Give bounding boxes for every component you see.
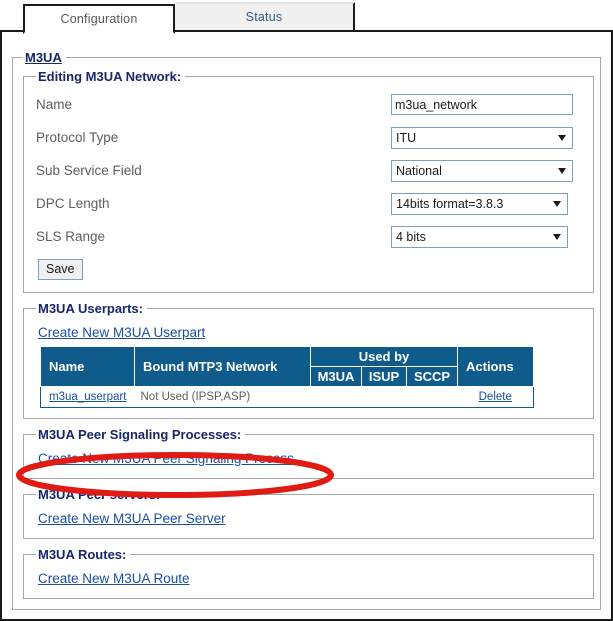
tab-bar: Configuration Status (0, 0, 613, 34)
form-row-dpc-length: DPC Length 14bits format=3.8.3 (36, 187, 587, 220)
table-header-row-1: Name Bound MTP3 Network Used by Actions (40, 346, 534, 387)
tab-configuration-label: Configuration (60, 12, 138, 26)
protocol-type-value: ITU (396, 130, 417, 145)
m3ua-peer-signaling-processes-legend: M3UA Peer Signaling Processes: (38, 427, 242, 442)
m3ua-userparts-table: Name Bound MTP3 Network Used by Actions … (40, 346, 534, 408)
sls-range-select[interactable]: 4 bits (391, 225, 568, 248)
cell-bound-mtp3-network: Not Used (IPSP,ASP) (134, 386, 311, 408)
chevron-down-icon (558, 167, 566, 174)
m3ua-routes-section: M3UA Routes: Create New M3UA Route (23, 547, 594, 599)
page-content: M3UA Editing M3UA Network: Name Protocol… (0, 32, 613, 621)
tab-status-label: Status (245, 10, 283, 24)
th-bound-mtp3-network: Bound MTP3 Network (134, 346, 311, 387)
cell-used-by-m3ua (310, 386, 362, 408)
chevron-down-icon (553, 233, 561, 240)
create-new-m3ua-peer-server-link[interactable]: Create New M3UA Peer Server (38, 511, 226, 526)
m3ua-peer-signaling-processes-section: M3UA Peer Signaling Processes: Create Ne… (23, 427, 594, 479)
m3ua-section: M3UA Editing M3UA Network: Name Protocol… (12, 50, 601, 610)
create-new-m3ua-peer-signaling-process-link[interactable]: Create New M3UA Peer Signaling Process (38, 451, 294, 466)
form-row-sls-range: SLS Range 4 bits (36, 220, 587, 253)
cell-used-by-isup (361, 386, 407, 408)
protocol-type-select[interactable]: ITU (391, 126, 573, 149)
delete-link[interactable]: Delete (479, 391, 512, 403)
m3ua-userparts-legend: M3UA Userparts: (38, 301, 143, 316)
cell-name: m3ua_userpart (40, 386, 135, 408)
sub-service-field-value: National (396, 163, 442, 178)
label-name: Name (36, 97, 73, 112)
chevron-down-icon (558, 134, 566, 141)
sub-service-field-select[interactable]: National (391, 159, 573, 182)
label-sub-service-field: Sub Service Field (36, 163, 142, 178)
th-used-by-isup: ISUP (361, 366, 407, 387)
create-new-m3ua-route-link[interactable]: Create New M3UA Route (38, 571, 190, 586)
m3ua-userparts-section: M3UA Userparts: Create New M3UA Userpart… (23, 301, 594, 419)
th-used-by: Used by (310, 346, 458, 367)
userpart-name-link[interactable]: m3ua_userpart (49, 391, 126, 403)
editing-m3ua-network-section: Editing M3UA Network: Name Protocol Type… (23, 69, 594, 293)
m3ua-peer-servers-section: M3UA Peer servers: Create New M3UA Peer … (23, 487, 594, 539)
th-actions: Actions (457, 346, 534, 387)
tab-status[interactable]: Status (175, 2, 355, 32)
cell-actions: Delete (457, 386, 534, 408)
m3ua-peer-servers-legend: M3UA Peer servers: (38, 487, 161, 502)
chevron-down-icon (553, 200, 561, 207)
form-row-sub-service-field: Sub Service Field National (36, 154, 587, 187)
tab-configuration[interactable]: Configuration (23, 4, 175, 34)
label-sls-range: SLS Range (36, 229, 106, 244)
name-input[interactable] (391, 94, 573, 115)
cell-used-by-sccp (406, 386, 458, 408)
th-used-by-sccp: SCCP (406, 366, 458, 387)
dpc-length-select[interactable]: 14bits format=3.8.3 (391, 192, 568, 215)
dpc-length-value: 14bits format=3.8.3 (396, 196, 504, 211)
m3ua-section-legend[interactable]: M3UA (23, 50, 66, 65)
th-name: Name (40, 346, 135, 387)
table-row: m3ua_userpart Not Used (IPSP,ASP) Delete (40, 386, 534, 408)
sls-range-value: 4 bits (396, 229, 426, 244)
form-row-protocol-type: Protocol Type ITU (36, 121, 587, 154)
m3ua-routes-legend: M3UA Routes: (38, 547, 127, 562)
th-used-by-m3ua: M3UA (310, 366, 362, 387)
save-button-row: Save (36, 253, 587, 280)
editing-m3ua-network-legend: Editing M3UA Network: (38, 69, 182, 84)
create-new-m3ua-userpart-link[interactable]: Create New M3UA Userpart (38, 325, 205, 340)
tab-bar-left-spacer (0, 2, 23, 32)
label-protocol-type: Protocol Type (36, 130, 119, 145)
label-dpc-length: DPC Length (36, 196, 110, 211)
form-row-name: Name (36, 88, 587, 121)
save-button[interactable]: Save (38, 259, 83, 280)
